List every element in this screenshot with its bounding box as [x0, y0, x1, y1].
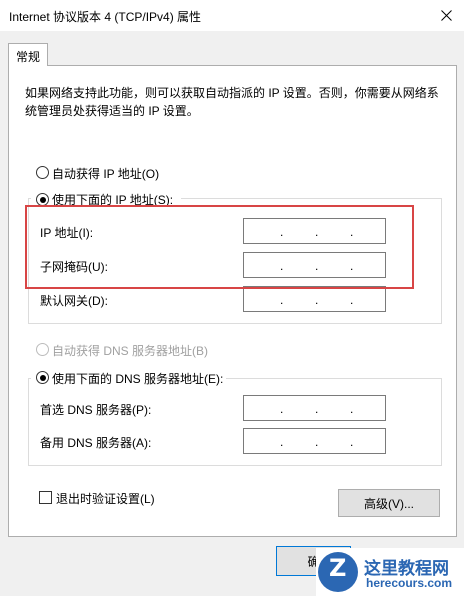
description-text: 如果网络支持此功能，则可以获取自动指派的 IP 设置。否则，你需要从网络系统管理… — [25, 86, 439, 118]
ip-dot: . — [350, 402, 354, 416]
ip-dot: . — [315, 259, 319, 273]
ip-dot: . — [350, 293, 354, 307]
close-icon — [440, 9, 452, 21]
manual-dns-label[interactable]: 使用下面的 DNS 服务器地址(E): — [52, 370, 223, 387]
title-bar: Internet 协议版本 4 (TCP/IPv4) 属性 — [0, 0, 464, 31]
ip-dot: . — [280, 225, 284, 239]
default-gateway-label: 默认网关(D): — [40, 294, 108, 308]
ip-dot: . — [350, 225, 354, 239]
radio-manual-ip[interactable] — [36, 193, 49, 206]
advanced-button[interactable]: 高级(V)... — [338, 489, 440, 517]
radio-auto-dns[interactable] — [36, 343, 49, 356]
ip-dot: . — [315, 293, 319, 307]
radio-auto-ip[interactable] — [36, 166, 49, 179]
ip-dot: . — [280, 402, 284, 416]
tab-general[interactable]: 常规 — [8, 43, 48, 66]
ip-address-label: IP 地址(I): — [40, 226, 94, 240]
ip-dot: . — [350, 435, 354, 449]
ip-dot: . — [315, 435, 319, 449]
watermark-url: herecours.com — [366, 576, 453, 590]
preferred-dns-input[interactable]: . . . — [243, 395, 386, 421]
watermark: Z 这里教程网 herecours.com — [316, 548, 464, 596]
close-button[interactable] — [434, 3, 458, 27]
radio-manual-dns[interactable] — [36, 371, 49, 384]
alternate-dns-label: 备用 DNS 服务器(A): — [40, 436, 152, 450]
validate-settings-label[interactable]: 退出时验证设置(L) — [56, 490, 155, 507]
subnet-mask-input[interactable]: . . . — [243, 252, 386, 278]
ip-address-input[interactable]: . . . — [243, 218, 386, 244]
advanced-button-label: 高级(V)... — [364, 496, 414, 511]
ip-dot: . — [280, 259, 284, 273]
validate-settings-checkbox[interactable] — [39, 491, 52, 504]
alternate-dns-input[interactable]: . . . — [243, 428, 386, 454]
ip-dot: . — [315, 402, 319, 416]
manual-ip-label[interactable]: 使用下面的 IP 地址(S): — [52, 191, 173, 208]
ip-dot: . — [350, 259, 354, 273]
watermark-logo-letter: Z — [329, 554, 347, 582]
tab-general-label: 常规 — [16, 50, 41, 64]
subnet-mask-label: 子网掩码(U): — [40, 260, 108, 274]
auto-ip-label[interactable]: 自动获得 IP 地址(O) — [52, 165, 159, 182]
ip-dot: . — [280, 435, 284, 449]
preferred-dns-label: 首选 DNS 服务器(P): — [40, 403, 152, 417]
window-title: Internet 协议版本 4 (TCP/IPv4) 属性 — [9, 10, 202, 24]
ip-dot: . — [315, 225, 319, 239]
default-gateway-input[interactable]: . . . — [243, 286, 386, 312]
auto-dns-label[interactable]: 自动获得 DNS 服务器地址(B) — [52, 342, 208, 359]
ip-dot: . — [280, 293, 284, 307]
